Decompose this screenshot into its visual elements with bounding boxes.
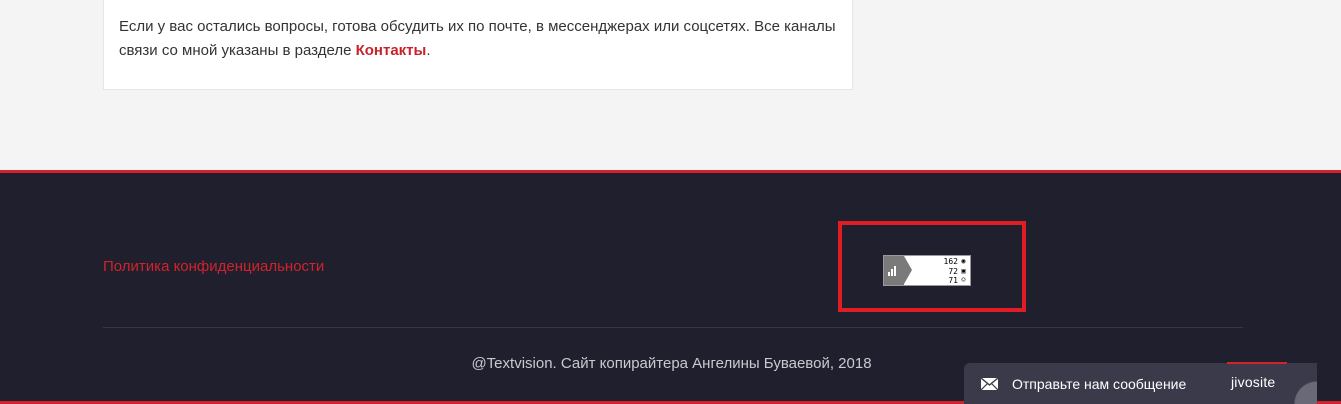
contact-note-end: . (426, 42, 431, 59)
visit-counter-widget[interactable]: 162 ◉ 72 ▣ 71 ☺ (883, 255, 971, 286)
person-icon: ☺ (961, 276, 966, 284)
counter-views: 162 (943, 257, 958, 266)
eye-icon: ◉ (961, 257, 966, 265)
counter-stats: 162 ◉ 72 ▣ 71 ☺ (943, 257, 967, 285)
footer-divider (103, 327, 1243, 328)
brand-accent-line (1227, 362, 1287, 364)
chat-corner-decor (1293, 363, 1317, 404)
counter-visitors: 71 (948, 276, 958, 285)
mail-icon (981, 377, 998, 390)
chat-label: Отправьте нам сообщение (1012, 375, 1187, 392)
contact-note-card: Если у вас остались вопросы, готова обсу… (103, 0, 853, 90)
chat-widget-button[interactable]: Отправьте нам сообщение jivosite (964, 362, 1317, 404)
copyright-text: @Textvision. Сайт копирайтера Ангелины Б… (471, 355, 872, 372)
counter-logo (884, 256, 912, 285)
jivosite-logo: jivosite (1231, 374, 1276, 390)
contact-note-text: Если у вас остались вопросы, готова обсу… (119, 18, 836, 59)
privacy-policy-link[interactable]: Политика конфиденциальности (103, 258, 324, 275)
contacts-link[interactable]: Контакты (356, 42, 427, 59)
session-icon: ▣ (961, 266, 966, 275)
counter-visits: 72 (948, 266, 958, 276)
main-section: Если у вас остались вопросы, готова обсу… (0, 0, 1341, 170)
bar-chart-icon (888, 264, 896, 276)
